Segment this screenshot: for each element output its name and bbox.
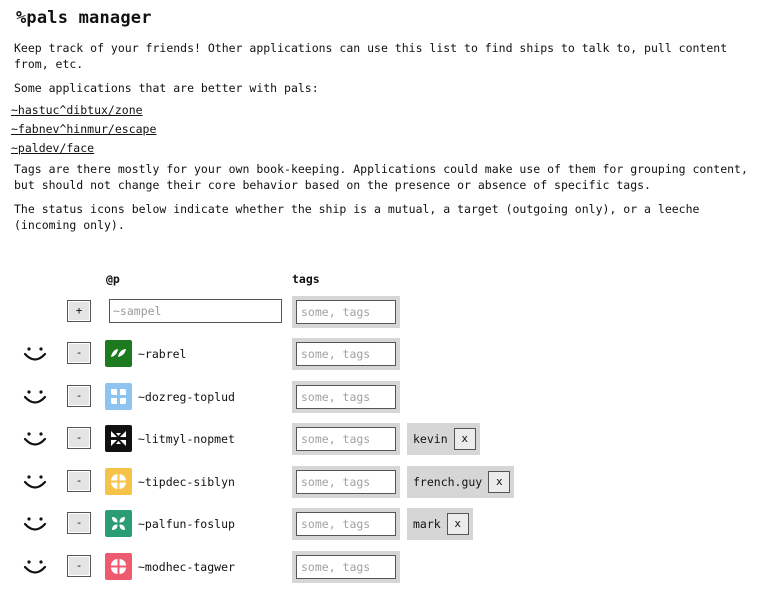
- sigil-icon: [112, 517, 125, 530]
- column-header-tags: tags: [292, 272, 320, 286]
- sigil-avatar: [105, 340, 132, 367]
- sigil-icon: [111, 559, 126, 574]
- tags-input[interactable]: [296, 342, 396, 366]
- mutual-status-icon: [23, 560, 47, 574]
- remove-pal-button[interactable]: -: [67, 555, 91, 577]
- new-tags-input[interactable]: [296, 300, 396, 324]
- remove-pal-button[interactable]: -: [67, 470, 91, 492]
- tag-chip: kevin x: [407, 423, 480, 455]
- sigil-icon: [111, 474, 126, 489]
- column-header-ship: @p: [106, 272, 120, 286]
- tag-chip: mark x: [407, 508, 473, 540]
- tags-input[interactable]: [296, 470, 396, 494]
- page-title: %pals manager: [16, 8, 152, 28]
- sigil-avatar: [105, 553, 132, 580]
- pal-row: - ~litmyl-nopmet kevinx: [0, 423, 761, 455]
- tags-box: [292, 423, 400, 455]
- tags-note: Tags are there mostly for your own book-…: [14, 162, 748, 192]
- status-note: The status icons below indicate whether …: [14, 202, 700, 232]
- tags-box: [292, 338, 400, 370]
- intro-text: Keep track of your friends! Other applic…: [14, 41, 728, 71]
- pal-row: - ~tipdec-siblyn french.guy x: [0, 466, 761, 498]
- tags-box: [292, 466, 400, 498]
- tag-chip-label: kevin: [413, 432, 448, 446]
- tag-chip: french.guy x: [407, 466, 515, 498]
- tags-input[interactable]: [296, 385, 396, 409]
- tags-input[interactable]: [296, 512, 396, 536]
- app-link-escape[interactable]: ~fabnev^hinmur/escape: [11, 120, 754, 139]
- ship-name[interactable]: ~modhec-tagwer: [138, 560, 235, 574]
- ship-name[interactable]: ~palfun-foslup: [138, 517, 235, 531]
- remove-pal-button[interactable]: -: [67, 512, 91, 534]
- ship-name[interactable]: ~rabrel: [138, 347, 186, 361]
- remove-pal-button[interactable]: -: [67, 342, 91, 364]
- add-pal-row: +: [0, 296, 761, 328]
- tags-box: [292, 381, 400, 413]
- pal-row: - ~dozreg-toplud: [0, 381, 761, 413]
- sigil-avatar: [105, 510, 132, 537]
- pal-row: - ~rabrel: [0, 338, 761, 370]
- sigil-icon: [111, 431, 126, 446]
- remove-tag-button[interactable]: x: [488, 471, 511, 493]
- ship-name[interactable]: ~litmyl-nopmet: [138, 432, 235, 446]
- app-links: ~hastuc^dibtux/zone ~fabnev^hinmur/escap…: [11, 101, 754, 158]
- apps-heading: Some applications that are better with p…: [14, 81, 319, 95]
- tags-input[interactable]: [296, 555, 396, 579]
- tags-input[interactable]: [296, 427, 396, 451]
- mutual-status-icon: [23, 475, 47, 489]
- tags-box: [292, 508, 400, 540]
- pal-row: - ~palfun-foslup markx: [0, 508, 761, 540]
- app-link-face[interactable]: ~paldev/face: [11, 139, 754, 158]
- ship-name[interactable]: ~tipdec-siblyn: [138, 475, 235, 489]
- new-tags-box: [292, 296, 400, 328]
- sigil-avatar: [105, 425, 132, 452]
- tag-chip-label: french.guy: [413, 475, 483, 489]
- remove-tag-button[interactable]: x: [453, 428, 476, 450]
- add-pal-button[interactable]: +: [67, 300, 91, 322]
- sigil-avatar: [105, 468, 132, 495]
- remove-tag-button[interactable]: x: [446, 513, 469, 535]
- app-link-zone[interactable]: ~hastuc^dibtux/zone: [11, 101, 754, 120]
- sigil-avatar: [105, 383, 132, 410]
- pal-row: - ~modhec-tagwer: [0, 551, 761, 583]
- ship-name[interactable]: ~dozreg-toplud: [138, 390, 235, 404]
- remove-pal-button[interactable]: -: [67, 385, 91, 407]
- sigil-icon: [111, 389, 126, 404]
- page-content: %pals manager Keep track of your friends…: [11, 0, 754, 233]
- ship-input[interactable]: [109, 299, 282, 323]
- mutual-status-icon: [23, 432, 47, 446]
- mutual-status-icon: [23, 517, 47, 531]
- mutual-status-icon: [23, 390, 47, 404]
- remove-pal-button[interactable]: -: [67, 427, 91, 449]
- sigil-icon: [111, 349, 126, 357]
- tags-box: [292, 551, 400, 583]
- tag-chip-label: mark: [413, 517, 441, 531]
- mutual-status-icon: [23, 347, 47, 361]
